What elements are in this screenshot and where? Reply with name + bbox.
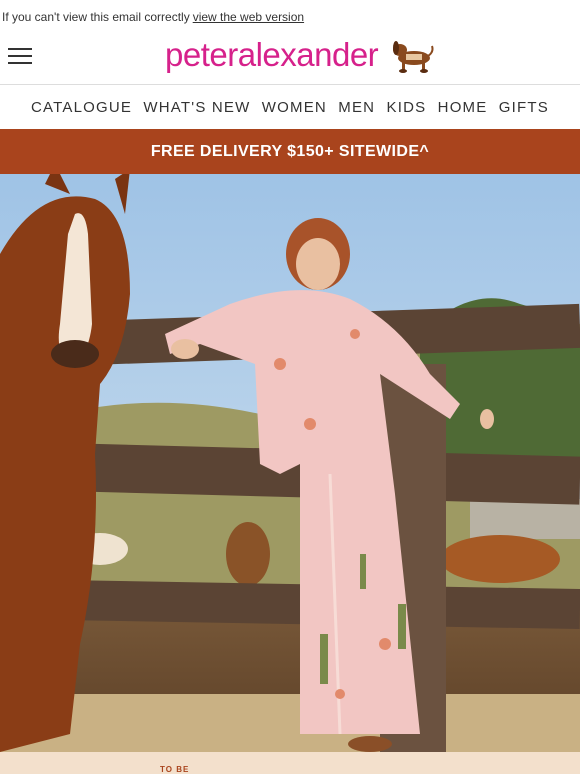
nav-catalogue[interactable]: CATALOGUE: [31, 99, 132, 116]
nav-whats-new[interactable]: WHAT'S NEW: [143, 99, 250, 116]
next-section-strip: TO BE: [0, 752, 580, 774]
nav-gifts[interactable]: GIFTS: [499, 99, 549, 116]
main-nav: CATALOGUE WHAT'S NEW WOMEN MEN KIDS HOME…: [0, 84, 580, 129]
nav-home[interactable]: HOME: [438, 99, 488, 116]
hero-image[interactable]: [0, 174, 580, 752]
nav-women[interactable]: WOMEN: [262, 99, 327, 116]
dog-mascot-icon: [393, 41, 434, 73]
web-version-link[interactable]: view the web version: [193, 10, 304, 24]
hero-photo: [0, 174, 580, 752]
next-section-text: TO BE: [160, 765, 190, 774]
brand-logo[interactable]: peteralexander: [165, 36, 379, 74]
preheader: If you can't view this email correctly v…: [0, 0, 580, 34]
header: peteralexander: [0, 34, 580, 84]
hamburger-menu-icon[interactable]: [8, 48, 32, 64]
nav-men[interactable]: MEN: [338, 99, 375, 116]
promo-text: FREE DELIVERY $150+ SITEWIDE^: [150, 142, 430, 160]
promo-banner[interactable]: FREE DELIVERY $150+ SITEWIDE^: [0, 129, 580, 174]
nav-kids[interactable]: KIDS: [387, 99, 427, 116]
preheader-text: If you can't view this email correctly: [2, 10, 190, 24]
